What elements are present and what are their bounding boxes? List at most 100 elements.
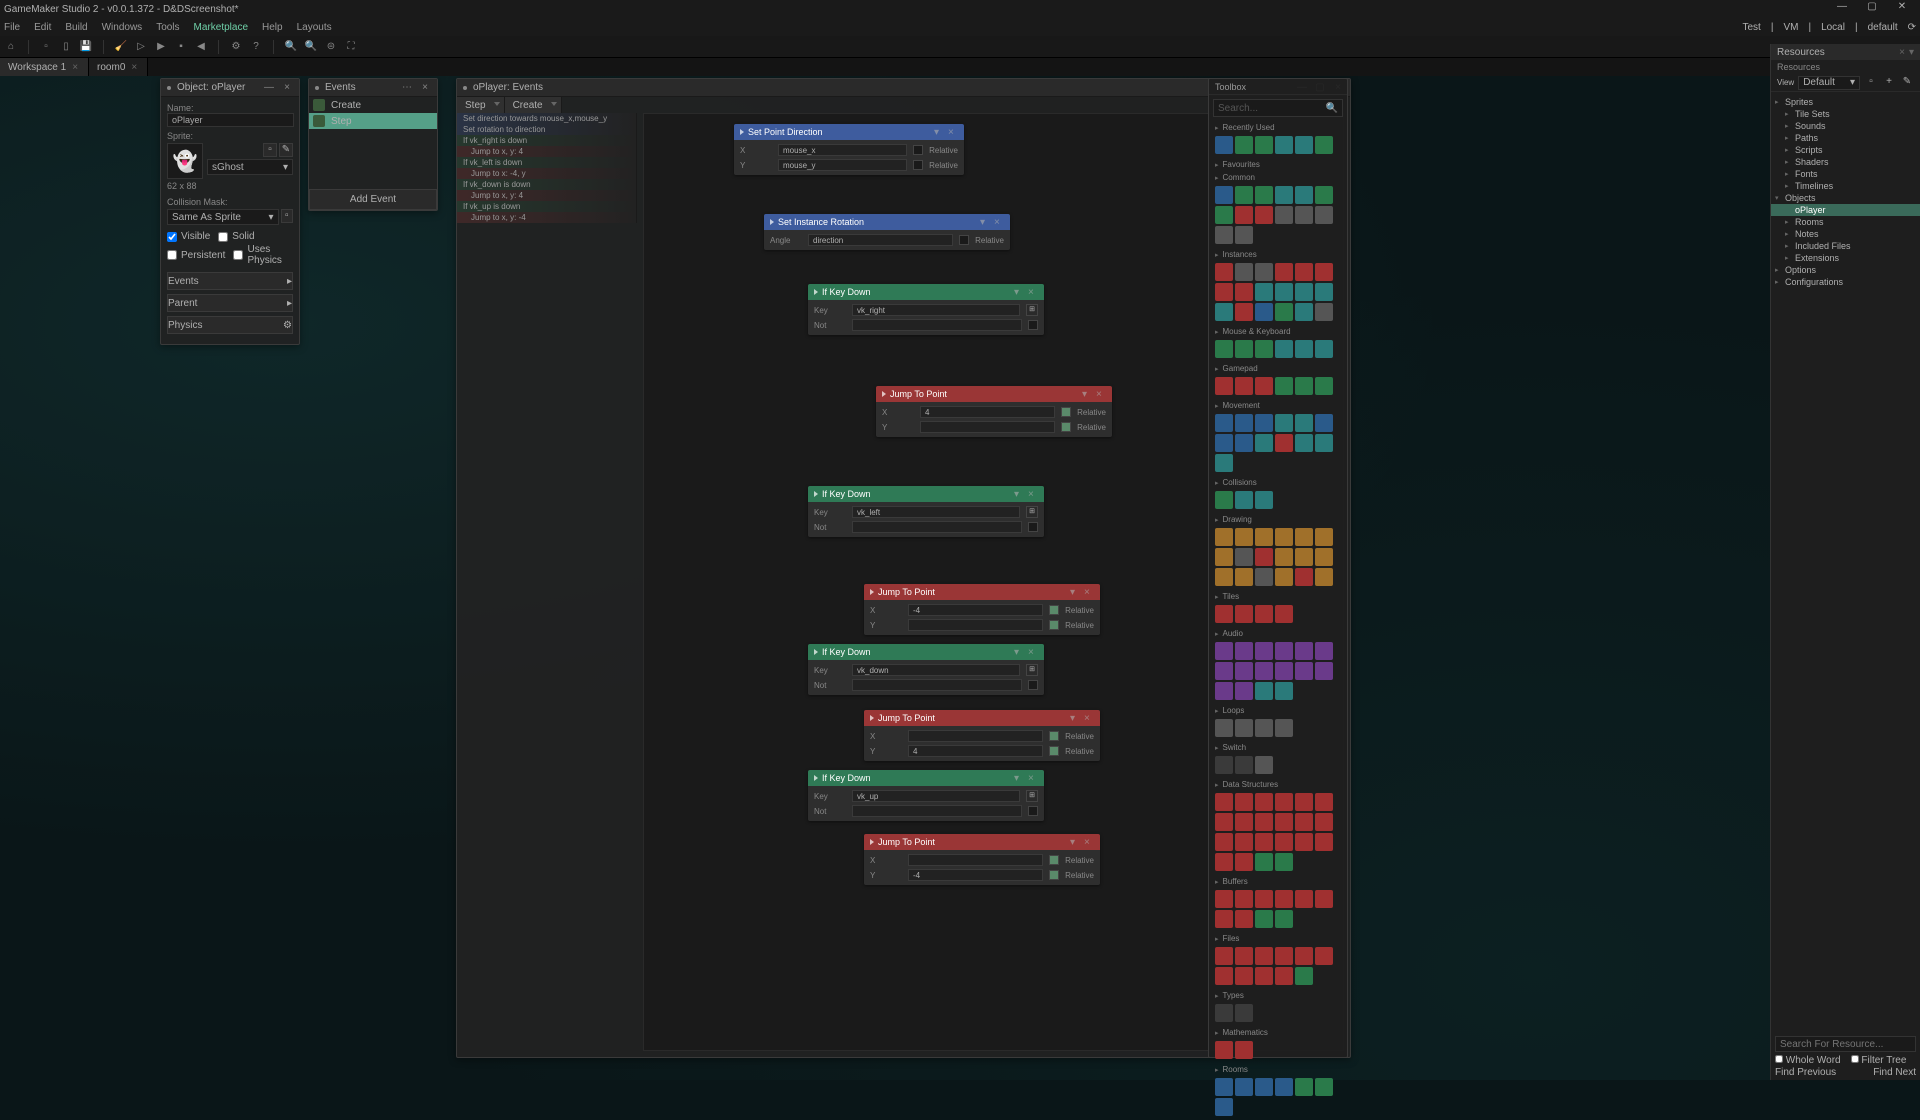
toolbox-category[interactable]: Gamepad <box>1209 362 1347 375</box>
toolbox-action[interactable] <box>1315 813 1333 831</box>
toolbox-action[interactable] <box>1235 642 1253 660</box>
toolbox-action[interactable] <box>1275 263 1293 281</box>
toolbox-action[interactable] <box>1255 491 1273 509</box>
variable-picker-button[interactable]: ⊞ <box>1026 664 1038 676</box>
block-header[interactable]: Jump To Point▾× <box>864 834 1100 850</box>
dnd-block[interactable]: Set Point Direction▾×Xmouse_xRelativeYmo… <box>734 124 964 175</box>
toolbox-action[interactable] <box>1215 642 1233 660</box>
toolbox-action[interactable] <box>1255 662 1273 680</box>
toolbox-category[interactable]: Recently Used <box>1209 121 1347 134</box>
toolbox-action[interactable] <box>1275 434 1293 452</box>
toolbox-action[interactable] <box>1315 642 1333 660</box>
resource-folder[interactable]: Included Files <box>1771 240 1920 252</box>
close-icon[interactable]: × <box>131 62 137 73</box>
toolbox-action[interactable] <box>1255 1078 1273 1096</box>
run-icon[interactable]: ▷ <box>134 40 148 54</box>
relative-checkbox[interactable] <box>1049 870 1059 880</box>
toolbox-action[interactable] <box>1315 528 1333 546</box>
block-header[interactable]: Jump To Point▾× <box>864 710 1100 726</box>
relative-checkbox[interactable] <box>1049 855 1059 865</box>
field-input[interactable] <box>852 805 1022 817</box>
toolbox-action[interactable] <box>1315 568 1333 586</box>
toolbox-action[interactable] <box>1275 890 1293 908</box>
toolbox-action[interactable] <box>1275 833 1293 851</box>
outline-line[interactable]: Set rotation to direction <box>457 124 636 135</box>
resource-folder[interactable]: Fonts <box>1771 168 1920 180</box>
toolbox-action[interactable] <box>1275 568 1293 586</box>
toolbox-action[interactable] <box>1275 414 1293 432</box>
toolbox-action[interactable] <box>1295 263 1313 281</box>
dnd-block[interactable]: If Key Down▾×Keyvk_left⊞Not <box>808 486 1044 537</box>
block-header[interactable]: If Key Down▾× <box>808 644 1044 660</box>
toolbox-action[interactable] <box>1295 528 1313 546</box>
outline-line[interactable]: If vk_left is down <box>457 157 636 168</box>
toolbox-action[interactable] <box>1295 1078 1313 1096</box>
object-name-input[interactable] <box>167 113 294 127</box>
field-input[interactable] <box>920 421 1055 433</box>
toolbox-action[interactable] <box>1215 1078 1233 1096</box>
new-project-icon[interactable]: ▫ <box>39 40 53 54</box>
resource-folder[interactable]: Paths <box>1771 132 1920 144</box>
outline-line[interactable]: Set direction towards mouse_x,mouse_y <box>457 113 636 124</box>
toolbox-category[interactable]: Rooms <box>1209 1063 1347 1076</box>
toolbox-category[interactable]: Mathematics <box>1209 1026 1347 1039</box>
zoom-reset-icon[interactable]: ⊜ <box>324 40 338 54</box>
toolbox-action[interactable] <box>1295 434 1313 452</box>
outline-line[interactable]: If vk_right is down <box>457 135 636 146</box>
toolbox-action[interactable] <box>1255 719 1273 737</box>
toolbox-action[interactable] <box>1215 226 1233 244</box>
toolbox-action[interactable] <box>1235 340 1253 358</box>
workspace-tab[interactable]: Workspace 1 × <box>0 58 89 76</box>
relative-checkbox[interactable] <box>913 160 923 170</box>
toolbox-action[interactable] <box>1235 186 1253 204</box>
toolbox-action[interactable] <box>1275 206 1293 224</box>
toolbox-action[interactable] <box>1235 947 1253 965</box>
outline-line[interactable]: Jump to x, y: 4 <box>457 190 636 201</box>
toolbox-action[interactable] <box>1295 303 1313 321</box>
toolbox-action[interactable] <box>1255 548 1273 566</box>
toolbox-category[interactable]: Switch <box>1209 741 1347 754</box>
toolbox-action[interactable] <box>1275 1078 1293 1096</box>
relative-checkbox[interactable] <box>1049 605 1059 615</box>
toolbox-category[interactable]: Files <box>1209 932 1347 945</box>
toolbox-action[interactable] <box>1215 947 1233 965</box>
toolbox-category[interactable]: Data Structures <box>1209 778 1347 791</box>
minimize-button[interactable]: — <box>1828 1 1856 17</box>
toolbox-action[interactable] <box>1255 605 1273 623</box>
toolbox-action[interactable] <box>1235 434 1253 452</box>
toolbox-action[interactable] <box>1235 1041 1253 1059</box>
toolbox-action[interactable] <box>1215 890 1233 908</box>
menu-layouts[interactable]: Layouts <box>297 22 332 33</box>
field-input[interactable]: vk_right <box>852 304 1020 316</box>
toolbox-action[interactable] <box>1215 340 1233 358</box>
dnd-block[interactable]: If Key Down▾×Keyvk_right⊞Not <box>808 284 1044 335</box>
toolbox-action[interactable] <box>1275 813 1293 831</box>
toolbox-action[interactable] <box>1255 303 1273 321</box>
toolbox-action[interactable] <box>1215 1098 1233 1116</box>
toolbox-action[interactable] <box>1215 568 1233 586</box>
status-target[interactable]: Test <box>1743 22 1761 33</box>
not-checkbox[interactable] <box>1028 522 1038 532</box>
find-previous-button[interactable]: Find Previous <box>1775 1067 1836 1078</box>
toolbox-action[interactable] <box>1215 1041 1233 1059</box>
resource-folder[interactable]: Sounds <box>1771 120 1920 132</box>
open-project-icon[interactable]: ▯ <box>59 40 73 54</box>
toolbox-action[interactable] <box>1275 642 1293 660</box>
toolbox-action[interactable] <box>1235 813 1253 831</box>
close-button[interactable]: ✕ <box>1888 1 1916 17</box>
outline-line[interactable]: Jump to x, y: 4 <box>457 146 636 157</box>
resource-folder[interactable]: Options <box>1771 264 1920 276</box>
not-checkbox[interactable] <box>1028 680 1038 690</box>
outline-line[interactable]: If vk_down is down <box>457 179 636 190</box>
sprite-select[interactable]: sGhost▾ <box>207 159 293 175</box>
field-input[interactable] <box>908 854 1043 866</box>
toolbox-action[interactable] <box>1315 283 1333 301</box>
toolbox-action[interactable] <box>1255 263 1273 281</box>
toolbox-action[interactable] <box>1295 548 1313 566</box>
toolbox-action[interactable] <box>1315 947 1333 965</box>
home-icon[interactable]: ⌂ <box>4 40 18 54</box>
field-input[interactable]: 4 <box>908 745 1043 757</box>
expand-icon[interactable]: ⛶ <box>344 40 358 54</box>
toolbox-category[interactable]: Movement <box>1209 399 1347 412</box>
edit-sprite-button[interactable]: ✎ <box>279 143 293 157</box>
